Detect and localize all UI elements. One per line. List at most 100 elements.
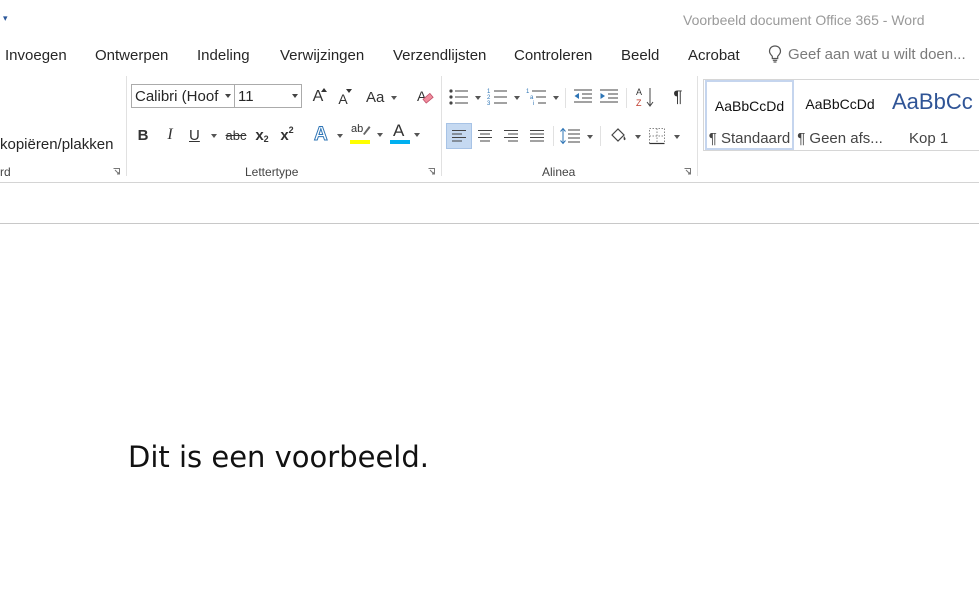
tab-verzendlijsten[interactable]: Verzendlijsten — [393, 47, 486, 64]
bold-label: B — [137, 126, 149, 144]
subscript-mark: 2 — [263, 134, 269, 144]
shading-button[interactable] — [608, 124, 642, 148]
underline-button[interactable]: U — [186, 124, 218, 146]
borders-icon — [649, 128, 665, 145]
shrink-font-button[interactable]: A — [333, 86, 353, 108]
svg-text:i: i — [533, 101, 534, 106]
justify-icon — [530, 130, 544, 142]
style-sample: AaBbCcDd — [714, 98, 785, 114]
svg-text:3: 3 — [487, 101, 491, 106]
line-spacing-dropdown-icon — [587, 135, 593, 139]
style-geen-afstand[interactable]: AaBbCcDd ¶ Geen afs... — [796, 80, 884, 150]
tab-ontwerpen[interactable]: Ontwerpen — [95, 47, 168, 64]
window-title: Voorbeeld document Office 365 - Word — [683, 12, 925, 28]
align-left-button[interactable] — [446, 123, 472, 149]
lightbulb-icon — [768, 45, 782, 63]
clipboard-group-label: rd — [0, 165, 11, 179]
style-sample: AaBbCc — [892, 89, 973, 114]
italic-label: I — [167, 126, 173, 143]
subscript-button[interactable]: x2 — [252, 124, 272, 146]
highlight-button[interactable]: ab — [349, 122, 385, 146]
font-name-dropdown-icon — [225, 94, 231, 98]
numbering-button[interactable]: 1 2 3 — [487, 86, 521, 108]
strikethrough-label: abc — [225, 127, 247, 143]
style-name: ¶ Geen afs... — [797, 130, 883, 147]
superscript-button[interactable]: x2 — [277, 124, 297, 146]
tab-verwijzingen[interactable]: Verwijzingen — [280, 47, 364, 64]
justify-button[interactable] — [526, 124, 548, 148]
styles-gallery: AaBbCcDd ¶ Standaard AaBbCcDd ¶ Geen afs… — [703, 79, 979, 151]
line-spacing-button[interactable] — [560, 124, 594, 148]
multilevel-list-button[interactable]: 1 a i — [526, 86, 560, 108]
borders-button[interactable] — [648, 124, 682, 148]
align-center-icon — [478, 130, 492, 142]
title-bar: ▾ Voorbeeld document Office 365 - Word — [0, 0, 979, 40]
clear-formatting-icon: A — [417, 88, 434, 104]
paragraph-dialog-launcher-icon[interactable] — [684, 168, 691, 175]
align-left-icon — [452, 130, 466, 142]
tab-controleren[interactable]: Controleren — [514, 47, 592, 64]
increase-indent-button[interactable] — [598, 86, 620, 108]
bullets-dropdown-icon — [475, 96, 481, 100]
font-color-button[interactable]: A — [389, 121, 425, 146]
tell-me-box[interactable]: Geef aan wat u wilt doen... — [768, 45, 966, 63]
tab-invoegen[interactable]: Invoegen — [5, 47, 67, 64]
strikethrough-button[interactable]: abc — [224, 124, 248, 146]
align-right-button[interactable] — [500, 124, 522, 148]
format-painter-button[interactable]: kopiëren/plakken — [0, 136, 113, 153]
style-name: ¶ Standaard — [708, 130, 791, 147]
font-size-value: 11 — [238, 88, 254, 105]
separator — [553, 126, 554, 146]
bullets-icon — [449, 89, 468, 105]
font-name-box[interactable]: Calibri (Hoof — [131, 84, 235, 108]
font-group-label: Lettertype — [245, 165, 299, 179]
document-text[interactable]: Dit is een voorbeeld. — [128, 440, 429, 474]
change-case-button[interactable]: Aa — [366, 86, 398, 108]
group-separator — [697, 76, 698, 176]
pilcrow-label: ¶ — [673, 87, 683, 106]
sort-icon: A Z — [636, 87, 654, 108]
superscript-base: x — [280, 126, 289, 144]
italic-button[interactable]: I — [161, 124, 179, 146]
text-effects-dropdown-icon — [337, 134, 343, 138]
subscript-base: x — [255, 126, 264, 144]
tell-me-text: Geef aan wat u wilt doen... — [788, 45, 966, 63]
show-formatting-marks-button[interactable]: ¶ — [668, 86, 688, 108]
style-name: Kop 1 — [909, 130, 949, 147]
style-sample: AaBbCcDd — [805, 96, 875, 112]
highlight-dropdown-icon — [377, 133, 383, 137]
change-case-label: Aa — [366, 88, 385, 106]
ruler-area — [0, 183, 979, 224]
numbering-icon: 1 2 3 — [487, 89, 507, 106]
line-spacing-icon — [560, 127, 580, 145]
font-color-dropdown-icon — [414, 133, 420, 137]
align-center-button[interactable] — [474, 124, 496, 148]
tab-acrobat[interactable]: Acrobat — [688, 47, 740, 64]
decrease-indent-button[interactable] — [572, 86, 594, 108]
bullets-button[interactable] — [448, 86, 482, 108]
multilevel-list-icon: 1 a i — [526, 89, 546, 106]
font-size-box[interactable]: 11 — [234, 84, 302, 108]
highlighter-pen-icon — [363, 126, 371, 135]
style-kop-1[interactable]: AaBbCc Kop 1 — [886, 80, 979, 150]
sort-button[interactable]: A Z — [634, 85, 656, 109]
borders-dropdown-icon — [674, 135, 680, 139]
clipboard-dialog-launcher-icon[interactable] — [113, 168, 120, 175]
style-standaard[interactable]: AaBbCcDd ¶ Standaard — [705, 80, 794, 150]
bold-button[interactable]: B — [134, 124, 152, 146]
group-separator — [126, 76, 127, 176]
shading-dropdown-icon — [635, 135, 641, 139]
font-dialog-launcher-icon[interactable] — [428, 168, 435, 175]
grow-font-arrow-icon — [321, 88, 327, 92]
separator — [565, 88, 566, 108]
tab-beeld[interactable]: Beeld — [621, 47, 659, 64]
separator — [626, 88, 627, 108]
paragraph-group-label: Alinea — [542, 165, 576, 179]
tab-indeling[interactable]: Indeling — [197, 47, 250, 64]
document-canvas[interactable]: Dit is een voorbeeld. — [0, 224, 979, 614]
grow-font-button[interactable]: A — [308, 86, 328, 108]
text-effects-button[interactable]: A — [312, 124, 344, 146]
clear-formatting-button[interactable]: A — [414, 86, 436, 108]
change-case-dropdown-icon — [391, 96, 397, 100]
qat-customize-button[interactable]: ▾ — [3, 13, 8, 24]
